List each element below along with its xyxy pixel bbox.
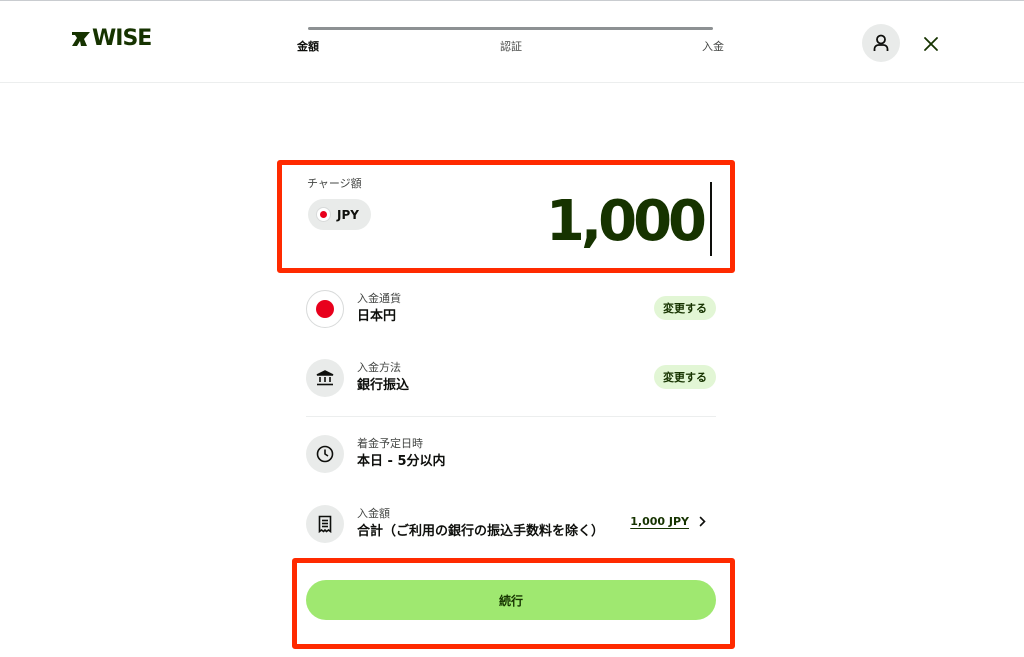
step-verify: 認証	[500, 40, 522, 53]
row-value: 合計（ご利用の銀行の振込手数料を除く）	[357, 524, 605, 539]
row-label: 着金予定日時	[357, 437, 423, 450]
close-button[interactable]	[918, 31, 944, 57]
currency-selector[interactable]: JPY	[308, 199, 371, 230]
total-amount-link[interactable]: 1,000 JPY	[630, 515, 706, 528]
continue-highlight: 続行	[292, 558, 735, 649]
japan-flag-icon	[316, 207, 331, 222]
japan-flag-icon	[306, 290, 344, 328]
wise-logo[interactable]: WISE	[71, 26, 152, 51]
logo-text: WISE	[92, 26, 152, 51]
clock-icon	[306, 435, 344, 473]
row-value: 本日 - 5分以内	[357, 454, 446, 469]
close-icon	[924, 37, 938, 51]
row-label: 入金通貨	[357, 292, 401, 305]
currency-code: JPY	[337, 207, 359, 222]
receipt-icon	[306, 505, 344, 543]
step-deposit: 入金	[702, 40, 724, 53]
chevron-right-icon	[699, 516, 706, 527]
section-divider	[306, 416, 716, 417]
header: WISE 金額 認証 入金	[0, 1, 1024, 83]
change-method-button[interactable]: 変更する	[654, 365, 716, 389]
wise-topup-page: WISE 金額 認証 入金 チャージ額 JPY 1,000 入金通貨 日本円 変…	[0, 0, 1024, 657]
deposit-currency-row: 入金通貨 日本円 変更する	[306, 290, 716, 330]
deposit-method-row: 入金方法 銀行振込 変更する	[306, 359, 716, 399]
step-amount: 金額	[297, 40, 319, 53]
change-currency-button[interactable]: 変更する	[654, 296, 716, 320]
stepper-track	[308, 27, 713, 30]
progress-stepper: 金額 認証 入金	[296, 27, 726, 57]
bank-icon	[306, 359, 344, 397]
text-caret	[710, 182, 712, 256]
wise-flag-icon	[72, 32, 90, 46]
amount-input[interactable]: 1,000	[546, 189, 707, 255]
row-label: 入金方法	[357, 361, 401, 374]
account-button[interactable]	[862, 24, 900, 62]
deposit-total-row: 入金額 合計（ご利用の銀行の振込手数料を除く） 1,000 JPY	[306, 505, 716, 545]
row-value: 日本円	[357, 309, 397, 324]
person-icon	[873, 34, 889, 51]
amount-label: チャージ額	[307, 177, 362, 190]
arrival-time-row: 着金予定日時 本日 - 5分以内	[306, 435, 716, 475]
row-label: 入金額	[357, 507, 390, 520]
total-amount: 1,000 JPY	[630, 515, 689, 528]
row-value: 銀行振込	[357, 378, 410, 393]
continue-button[interactable]: 続行	[306, 580, 716, 620]
amount-input-highlight: チャージ額 JPY 1,000	[277, 160, 735, 273]
